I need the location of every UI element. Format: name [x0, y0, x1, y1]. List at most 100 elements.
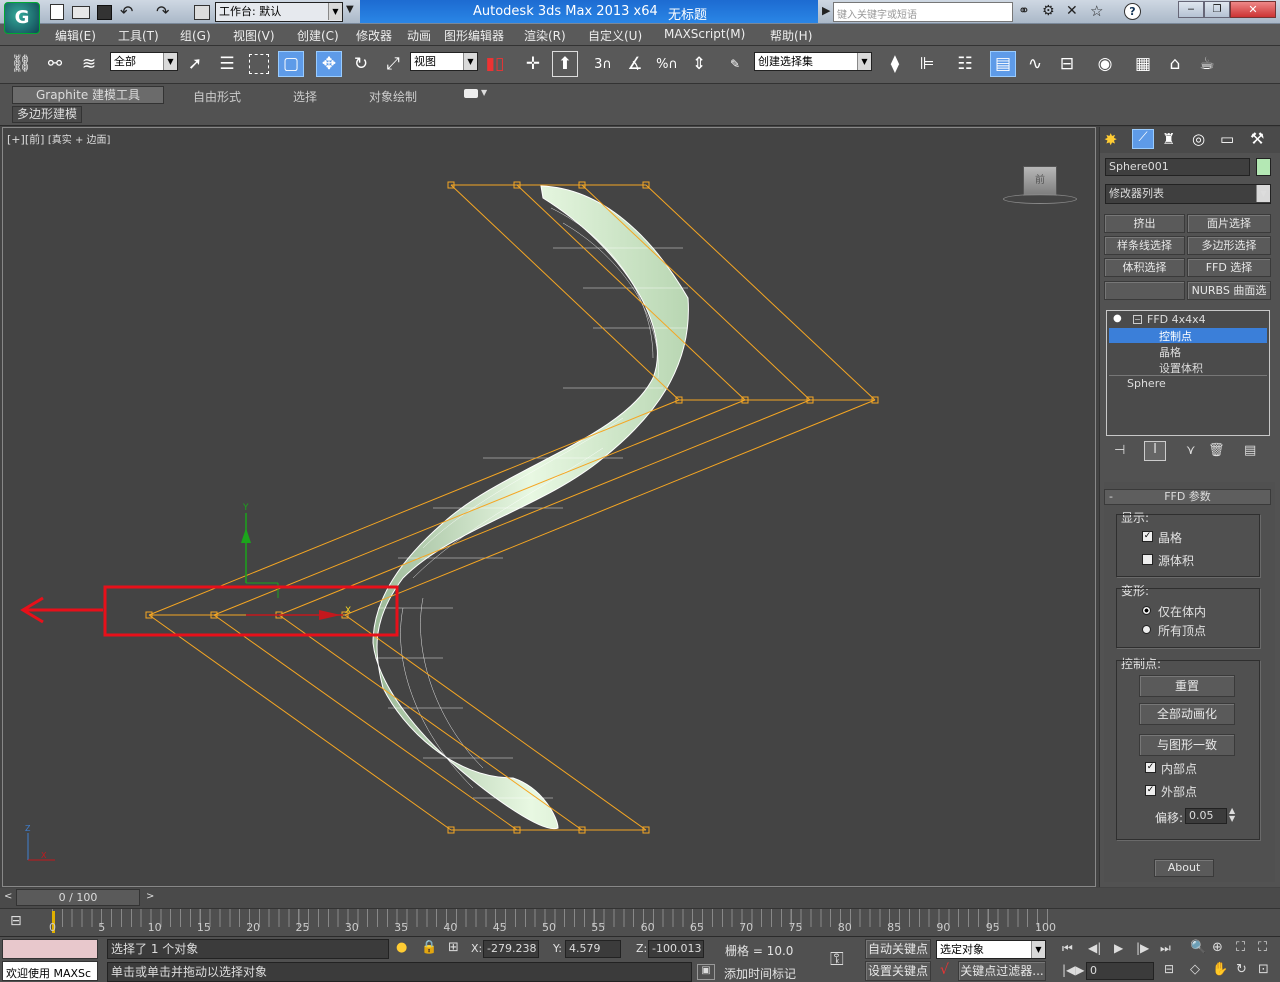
source-volume-checkbox[interactable]	[1142, 554, 1153, 565]
utilities-tab-icon[interactable]: ⚒	[1250, 129, 1264, 148]
subscription-icon[interactable]: ⚙	[1042, 3, 1055, 19]
mirror-icon[interactable]: ⧫	[882, 51, 908, 77]
prev-frame-icon[interactable]: <	[4, 891, 12, 902]
set-key-button[interactable]: 设置关键点	[865, 961, 931, 981]
quick-btn-extrude[interactable]: 挤出	[1104, 214, 1185, 233]
inside-points-checkbox[interactable]: ✓	[1145, 762, 1156, 773]
workspace-dropdown-icon[interactable]: ▼	[346, 4, 354, 15]
schematic-view-icon[interactable]: ⊟	[1054, 51, 1080, 77]
all-vertices-radio[interactable]	[1142, 625, 1151, 634]
rollout-header[interactable]: - FFD 参数	[1104, 489, 1271, 505]
layer-manager-icon[interactable]: ☷	[952, 51, 978, 77]
y-coordinate-input[interactable]: 4.579	[565, 940, 621, 958]
menu-tools[interactable]: 工具(T)	[118, 27, 159, 44]
pan-icon[interactable]: ✋	[1212, 962, 1228, 977]
snaps-toggle-icon[interactable]: 3 ∩	[590, 51, 616, 77]
maximize-viewport-icon[interactable]: ⊡	[1258, 962, 1269, 977]
quick-btn-volume-select[interactable]: 体积选择	[1104, 258, 1185, 277]
menu-modifiers[interactable]: 修改器	[356, 27, 392, 44]
offset-spinner-icon[interactable]: ▲ ▼	[1229, 807, 1235, 823]
modify-tab-icon[interactable]: ⟋	[1132, 129, 1154, 149]
menu-edit[interactable]: 编辑(E)	[55, 27, 96, 44]
ribbon-options-icon[interactable]	[464, 89, 478, 98]
binoculars-icon[interactable]: ⚭	[1018, 3, 1030, 19]
align-icon[interactable]: ⊫	[914, 51, 940, 77]
communication-icon[interactable]: ✕	[1066, 3, 1078, 19]
object-color-swatch[interactable]	[1256, 158, 1271, 176]
percent-snap-icon[interactable]: % ∩	[654, 51, 680, 77]
viewcube-ring[interactable]	[1003, 194, 1077, 204]
zoom-all-icon[interactable]: ⊕	[1212, 940, 1223, 955]
conform-to-shape-button[interactable]: 与图形一致	[1139, 734, 1235, 756]
material-editor-icon[interactable]: ◉	[1092, 51, 1118, 77]
key-filters-button[interactable]: 关键点过滤器...	[958, 961, 1046, 981]
select-object-icon[interactable]: ➚	[182, 51, 208, 77]
new-file-icon[interactable]	[50, 4, 64, 20]
absolute-mode-icon[interactable]: ⊞	[448, 940, 459, 955]
workspace-select[interactable]: 工作台: 默认 ▼	[215, 2, 343, 22]
select-by-name-icon[interactable]: ☰	[214, 51, 240, 77]
quick-btn-poly-select[interactable]: 多边形选择	[1187, 236, 1271, 255]
about-button[interactable]: About	[1154, 859, 1214, 877]
menu-create[interactable]: 创建(C)	[297, 27, 339, 44]
ribbon-tab-object-paint[interactable]: 对象绘制	[369, 88, 417, 105]
orbit-icon[interactable]: ↻	[1236, 962, 1247, 977]
menu-graph-editors[interactable]: 图形编辑器	[444, 27, 504, 44]
select-move-icon[interactable]: ✥	[316, 51, 342, 77]
app-logo-icon[interactable]: G	[4, 2, 40, 34]
pin-stack-icon[interactable]: ⊣	[1114, 443, 1125, 458]
minimize-button[interactable]: ‒	[1178, 1, 1204, 18]
modifier-list-select[interactable]: 修改器列表 ▼	[1105, 184, 1271, 204]
time-slider-thumb[interactable]: 0 / 100	[16, 889, 140, 906]
rendered-frame-window-icon[interactable]: ⌂	[1162, 51, 1188, 77]
inside-volume-radio[interactable]	[1142, 606, 1151, 615]
stack-row-sphere[interactable]: Sphere	[1127, 377, 1166, 390]
quick-btn-spline-select[interactable]: 样条线选择	[1104, 236, 1185, 255]
collapse-toggle-icon[interactable]: −	[1133, 315, 1142, 324]
spinner-snap-icon[interactable]: ⇕	[686, 51, 712, 77]
stack-row-ffd[interactable]: ● − FFD 4x4x4	[1109, 313, 1267, 328]
close-button[interactable]: ✕	[1230, 1, 1276, 18]
curve-editor-icon[interactable]: ∿	[1022, 51, 1048, 77]
modifier-stack[interactable]: ● − FFD 4x4x4 控制点 晶格 设置体积 Sphere	[1106, 310, 1270, 436]
quick-btn-patch-select[interactable]: 面片选择	[1187, 214, 1271, 233]
ribbon-subtab-polygon-modeling[interactable]: 多边形建模	[12, 106, 82, 123]
render-teapot-icon[interactable]: ☕	[1194, 51, 1220, 77]
quick-btn-nurbs-select[interactable]: NURBS 曲面选择	[1187, 281, 1271, 300]
edit-named-selection-icon[interactable]: ✎	[722, 51, 748, 77]
current-frame-input[interactable]: 0	[1086, 962, 1154, 980]
stack-row-lattice[interactable]: 晶格	[1159, 344, 1181, 360]
maximize-button[interactable]: ❐	[1204, 1, 1230, 18]
animate-all-button[interactable]: 全部动画化	[1139, 703, 1235, 725]
zoom-extents-all-icon[interactable]: ⛶	[1258, 940, 1267, 955]
create-tab-icon[interactable]: ✸	[1104, 130, 1117, 149]
menu-customize[interactable]: 自定义(U)	[588, 27, 642, 44]
go-to-end-icon[interactable]: ⏭	[1160, 941, 1171, 956]
quick-btn-ffd-select[interactable]: FFD 选择	[1187, 258, 1271, 277]
next-frame-icon[interactable]: >	[146, 891, 154, 902]
maxscript-welcome[interactable]: 欢迎使用 MAXSc	[2, 961, 98, 981]
menu-help[interactable]: 帮助(H)	[770, 27, 812, 44]
redo-icon[interactable]: ↷	[156, 2, 169, 21]
select-scale-icon[interactable]: ⤢	[380, 51, 406, 77]
display-tab-icon[interactable]: ▭	[1220, 130, 1234, 148]
maxscript-listener-mini[interactable]	[2, 939, 98, 959]
set-key-icon[interactable]: ⚿	[830, 949, 844, 970]
keyboard-shortcut-override-icon[interactable]: ⬆	[552, 51, 578, 77]
menu-animation[interactable]: 动画	[407, 27, 431, 44]
key-filters-curve-icon[interactable]: √	[940, 962, 949, 978]
prev-key-icon[interactable]: ◀|	[1088, 941, 1101, 955]
lattice-checkbox[interactable]: ✓	[1142, 531, 1153, 542]
motion-tab-icon[interactable]: ◎	[1192, 130, 1205, 148]
rectangular-selection-icon[interactable]	[249, 54, 269, 74]
unlink-icon[interactable]: ⚯	[42, 51, 68, 77]
lightbulb-icon[interactable]: ●	[1113, 313, 1122, 324]
link-icon[interactable]: ⛓	[8, 51, 34, 77]
ribbon-options-chevron-icon[interactable]: ▼	[481, 88, 487, 97]
key-mode-toggle-icon[interactable]: |◀▶|	[1062, 963, 1089, 977]
x-coordinate-input[interactable]: -279.238	[483, 940, 539, 958]
search-input[interactable]: 键入关键字或短语	[833, 2, 1013, 22]
mini-curve-editor-icon[interactable]: ⊟	[10, 913, 22, 929]
object-name-field[interactable]: Sphere001	[1105, 158, 1250, 176]
graphite-toggle-icon[interactable]: ▤	[990, 51, 1016, 77]
